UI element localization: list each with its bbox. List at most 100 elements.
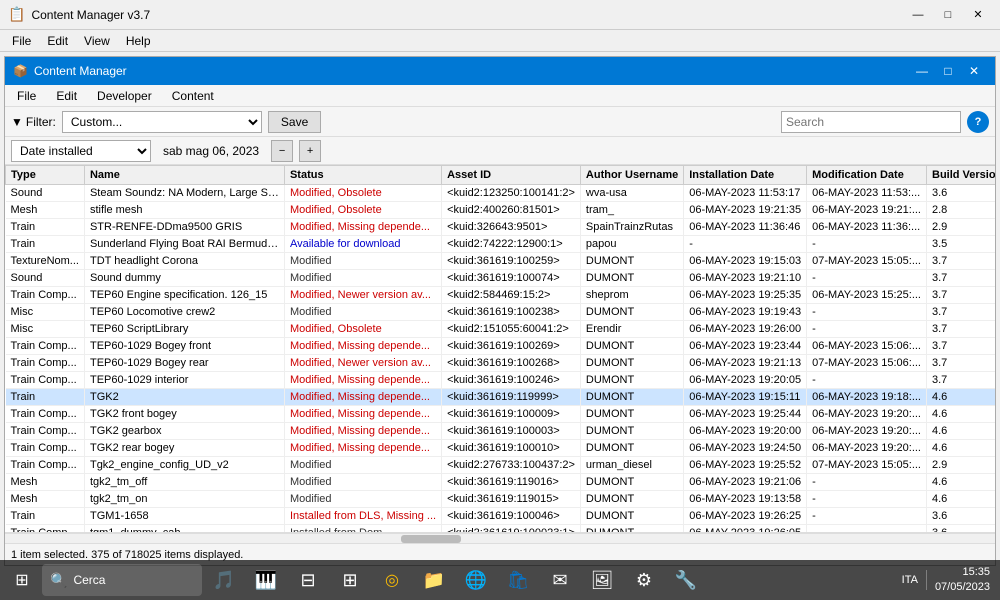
col-name[interactable]: Name [84,166,284,185]
search-input[interactable] [781,111,961,133]
table-cell-0: Sound [6,270,85,287]
cm-maximize-button[interactable]: □ [935,61,961,81]
col-author[interactable]: Author Username [580,166,683,185]
taskbar-edge-icon[interactable]: 🌐 [456,562,496,598]
col-build[interactable]: Build Version [927,166,996,185]
windows-icon: ⊞ [15,570,28,590]
taskbar-music-icon[interactable]: 🎵 [204,562,244,598]
table-cell-0: Train [6,508,85,525]
table-cell-7: 3.7 [927,372,996,389]
table-row[interactable]: Train Comp...TEP60-1029 Bogey frontModif… [6,338,996,355]
filter-save-button[interactable]: Save [268,111,321,133]
table-cell-1: TDT headlight Corona [84,253,284,270]
menu-file[interactable]: File [4,32,39,50]
menu-view[interactable]: View [76,32,118,50]
cm-close-button[interactable]: ✕ [961,61,987,81]
table-cell-6: - [807,270,927,287]
taskbar-piano-icon[interactable]: 🎹 [246,562,286,598]
cm-menu-content[interactable]: Content [164,87,222,105]
help-button[interactable]: ? [967,111,989,133]
menu-help[interactable]: Help [118,32,159,50]
table-cell-1: TEP60 Locomotive crew2 [84,304,284,321]
cm-menu-file[interactable]: File [9,87,44,105]
table-row[interactable]: SoundSound dummyModified<kuid:361619:100… [6,270,996,287]
taskbar-app4-icon[interactable]: 🔧 [666,562,706,598]
table-row[interactable]: Train Comp...TGK2 gearboxModified, Missi… [6,423,996,440]
taskbar-app2-icon[interactable]: ⊞ [330,562,370,598]
table-row[interactable]: TrainSunderland Flying Boat RAI Bermuda … [6,236,996,253]
col-install-date[interactable]: Installation Date [684,166,807,185]
cm-minimize-button[interactable]: — [909,61,935,81]
table-cell-5: 06-MAY-2023 19:13:58 [684,491,807,508]
table-row[interactable]: Train Comp...tgm1_dummy_cabInstalled fro… [6,525,996,534]
table-row[interactable]: TextureNom...TDT headlight CoronaModifie… [6,253,996,270]
col-mod-date[interactable]: Modification Date [807,166,927,185]
table-cell-7: 4.6 [927,440,996,457]
table-cell-1: TGK2 [84,389,284,406]
date-prev-button[interactable]: − [271,140,293,162]
table-cell-2: Modified [284,304,441,321]
col-status[interactable]: Status [284,166,441,185]
table-cell-3: <kuid2:276733:100437:2> [442,457,581,474]
table-row[interactable]: MiscTEP60 Locomotive crew2Modified<kuid:… [6,304,996,321]
taskbar-app3-icon[interactable]: ⚙ [624,562,664,598]
menu-edit[interactable]: Edit [39,32,76,50]
taskbar-photos-icon[interactable]: 🖼 [582,562,622,598]
table-cell-2: Installed from Dom [284,525,441,534]
taskbar-search[interactable]: 🔍 Cerca [42,564,202,596]
outer-minimize-button[interactable]: — [904,5,932,25]
filter-dropdown[interactable]: Custom... [62,111,262,133]
taskbar-store-icon[interactable]: 🛍 [498,562,538,598]
table-row[interactable]: SoundSteam Soundz: NA Modern, Large Stea… [6,185,996,202]
horizontal-scrollbar[interactable] [5,533,995,543]
filter-bar: ▼ Filter: Custom... Save ? [5,107,995,137]
table-cell-5: - [684,236,807,253]
table-row[interactable]: TrainSTR-RENFE-DDma9500 GRISModified, Mi… [6,219,996,236]
table-row[interactable]: Train Comp...TGK2 front bogeyModified, M… [6,406,996,423]
date-value: sab mag 06, 2023 [157,144,265,158]
taskbar-chrome-icon[interactable]: ◎ [372,562,412,598]
col-type[interactable]: Type [6,166,85,185]
table-row[interactable]: Train Comp...TGK2 rear bogeyModified, Mi… [6,440,996,457]
cm-title-icon: 📦 [13,64,28,78]
table-row[interactable]: Train Comp...TEP60-1029 Bogey rearModifi… [6,355,996,372]
table-cell-4: DUMONT [580,304,683,321]
table-cell-0: TextureNom... [6,253,85,270]
outer-close-button[interactable]: ✕ [964,5,992,25]
table-cell-4: DUMONT [580,440,683,457]
table-row[interactable]: TrainTGK2Modified, Missing depende...<ku… [6,389,996,406]
taskbar-time-value: 15:35 [935,565,990,580]
table-cell-3: <kuid:361619:100010> [442,440,581,457]
date-next-button[interactable]: + [299,140,321,162]
outer-title-icon: 📋 [8,6,25,23]
table-row[interactable]: Meshtgk2_tm_onModified<kuid:361619:11901… [6,491,996,508]
table-row[interactable]: Train Comp...Tgk2_engine_config_UD_v2Mod… [6,457,996,474]
table-cell-7: 2.9 [927,457,996,474]
outer-maximize-button[interactable]: □ [934,5,962,25]
col-asset-id[interactable]: Asset ID [442,166,581,185]
start-button[interactable]: ⊞ [4,562,40,598]
table-row[interactable]: Train Comp...TEP60-1029 interiorModified… [6,372,996,389]
table-cell-1: Steam Soundz: NA Modern, Large Stea... [84,185,284,202]
table-row[interactable]: MiscTEP60 ScriptLibraryModified, Obsolet… [6,321,996,338]
date-filter-dropdown[interactable]: Date installed [11,140,151,162]
table-row[interactable]: Meshstifle meshModified, Obsolete<kuid2:… [6,202,996,219]
content-table: Type Name Status Asset ID Author Usernam… [5,165,995,533]
table-row[interactable]: TrainTGM1-1658Installed from DLS, Missin… [6,508,996,525]
table-cell-6: 06-MAY-2023 15:06:... [807,338,927,355]
table-cell-4: DUMONT [580,406,683,423]
table-cell-5: 06-MAY-2023 19:26:05 [684,525,807,534]
cm-menu-edit[interactable]: Edit [48,87,85,105]
scrollbar-thumb[interactable] [401,535,461,543]
table-cell-6: 06-MAY-2023 11:36:... [807,219,927,236]
table-cell-2: Available for download [284,236,441,253]
taskbar-mail-icon[interactable]: ✉ [540,562,580,598]
taskbar-folder-icon[interactable]: 📁 [414,562,454,598]
table-cell-2: Modified, Missing depende... [284,423,441,440]
table-cell-6: 06-MAY-2023 19:20:... [807,423,927,440]
taskbar-app1-icon[interactable]: ⊟ [288,562,328,598]
cm-menu-developer[interactable]: Developer [89,87,160,105]
table-container[interactable]: Type Name Status Asset ID Author Usernam… [5,165,995,533]
table-row[interactable]: Train Comp...TEP60 Engine specification.… [6,287,996,304]
table-row[interactable]: Meshtgk2_tm_offModified<kuid:361619:1190… [6,474,996,491]
